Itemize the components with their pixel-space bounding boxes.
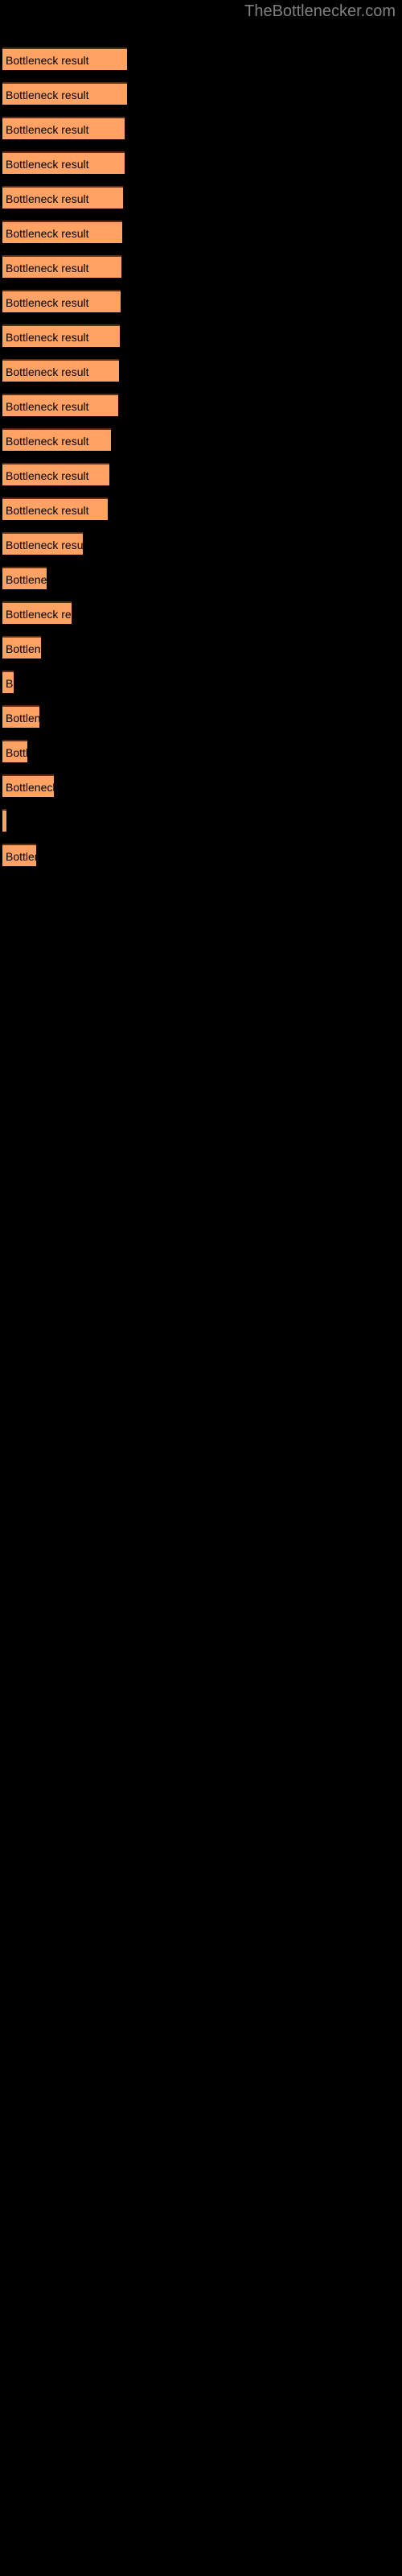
bar[interactable]: Bottleneck result xyxy=(2,290,121,312)
bar-label: Bottleneck result xyxy=(6,227,89,240)
bar[interactable]: Bottleneck result xyxy=(2,809,6,832)
bar-label: Bottleneck result xyxy=(6,781,54,794)
bottleneck-bar-chart: TheBottlenecker.com Bottleneck result Bot… xyxy=(0,0,402,2576)
bar-label: Bottleneck result xyxy=(6,192,89,205)
bar-label: Bottleneck result xyxy=(6,54,89,67)
bar[interactable]: Bottleneck result xyxy=(2,532,83,555)
bar-label: Bottleneck result xyxy=(6,400,89,413)
bar-label: Bottleneck result xyxy=(6,677,14,690)
bar-label: Bottleneck result xyxy=(6,469,89,482)
bar-label: Bottleneck result xyxy=(6,642,41,655)
bar[interactable]: Bottleneck result xyxy=(2,463,109,485)
bar-label: Bottleneck result xyxy=(6,331,89,344)
bar-label: Bottleneck result xyxy=(6,262,89,275)
bar-label: Bottleneck result xyxy=(6,365,89,378)
bar[interactable]: Bottleneck result xyxy=(2,324,120,347)
bar[interactable]: Bottleneck result xyxy=(2,428,111,451)
bar[interactable]: Bottleneck result xyxy=(2,740,27,762)
bar[interactable]: Bottleneck result xyxy=(2,705,39,728)
bar[interactable]: Bottleneck result xyxy=(2,671,14,693)
bar[interactable]: Bottleneck result xyxy=(2,359,119,382)
bar-label: Bottleneck result xyxy=(6,573,47,586)
bar-label: Bottleneck result xyxy=(6,850,36,863)
bar[interactable]: Bottleneck result xyxy=(2,497,108,520)
bar-label: Bottleneck result xyxy=(6,746,27,759)
site-title: TheBottlenecker.com xyxy=(244,2,396,20)
bar-label: Bottleneck result xyxy=(6,158,89,171)
bar[interactable]: Bottleneck result xyxy=(2,844,36,866)
bar-label: Bottleneck result xyxy=(6,89,89,101)
bar-label: Bottleneck result xyxy=(6,504,89,517)
bar-label: Bottleneck result xyxy=(6,608,72,621)
bar[interactable]: Bottleneck result xyxy=(2,255,121,278)
bar[interactable]: Bottleneck result xyxy=(2,636,41,658)
bar[interactable]: Bottleneck result xyxy=(2,117,125,139)
bar-label: Bottleneck result xyxy=(6,435,89,448)
bar[interactable]: Bottleneck result xyxy=(2,567,47,589)
bar[interactable]: Bottleneck result xyxy=(2,151,125,174)
bar[interactable]: Bottleneck result xyxy=(2,774,54,797)
bar-label: Bottleneck result xyxy=(6,712,39,724)
bar[interactable]: Bottleneck result xyxy=(2,221,122,243)
bar[interactable]: Bottleneck result xyxy=(2,394,118,416)
bar-label: Bottleneck result xyxy=(6,123,89,136)
bar[interactable]: Bottleneck result xyxy=(2,186,123,208)
bar[interactable]: Bottleneck result xyxy=(2,82,127,105)
bar[interactable]: Bottleneck result xyxy=(2,47,127,70)
bar[interactable]: Bottleneck result xyxy=(2,601,72,624)
bar-label: Bottleneck result xyxy=(6,296,89,309)
bar-label: Bottleneck result xyxy=(6,539,83,551)
